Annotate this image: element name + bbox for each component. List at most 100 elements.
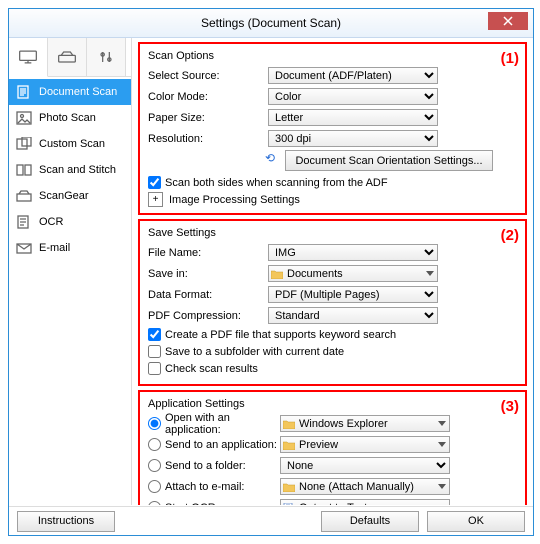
sliders-icon	[96, 50, 116, 64]
custom-icon	[15, 137, 33, 151]
tab-preferences[interactable]	[87, 38, 126, 76]
scan-both-sides-label: Scan both sides when scanning from the A…	[165, 177, 388, 189]
nav-scangear[interactable]: ScanGear	[9, 183, 131, 209]
tab-scan-from-panel[interactable]	[48, 38, 87, 76]
color-mode-label: Color Mode:	[148, 91, 268, 103]
resolution-label: Resolution:	[148, 133, 268, 145]
open-with-dropdown[interactable]: Windows Explorer	[280, 415, 450, 432]
color-mode-dropdown[interactable]: Color	[268, 88, 438, 105]
pdf-compression-dropdown[interactable]: Standard	[268, 307, 438, 324]
tab-scan-from-computer[interactable]	[9, 38, 48, 77]
close-button[interactable]	[488, 12, 528, 30]
nav-label: Document Scan	[39, 86, 117, 98]
start-ocr-radio[interactable]	[148, 501, 161, 505]
nav-label: OCR	[39, 216, 63, 228]
file-name-dropdown[interactable]: IMG	[268, 244, 438, 261]
file-name-label: File Name:	[148, 247, 268, 259]
annotation-3: (3)	[501, 398, 519, 415]
titlebar: Settings (Document Scan)	[9, 9, 533, 38]
folder-icon	[283, 482, 295, 492]
nav-photo-scan[interactable]: Photo Scan	[9, 105, 131, 131]
body: Document Scan Photo Scan Custom Scan Sca…	[9, 38, 533, 505]
ocr-icon	[15, 215, 33, 229]
annotation-1: (1)	[501, 50, 519, 67]
open-with-value: Windows Explorer	[299, 418, 388, 430]
nav-list: Document Scan Photo Scan Custom Scan Sca…	[9, 77, 131, 261]
email-icon	[15, 241, 33, 255]
select-source-dropdown[interactable]: Document (ADF/Platen)	[268, 67, 438, 84]
folder-icon	[271, 269, 283, 279]
subfolder-label: Save to a subfolder with current date	[165, 346, 344, 358]
send-app-dropdown[interactable]: Preview	[280, 436, 450, 453]
main-panel: (1) Scan Options Select Source: Document…	[132, 38, 533, 505]
paper-size-label: Paper Size:	[148, 112, 268, 124]
data-format-label: Data Format:	[148, 289, 268, 301]
scan-options-section: (1) Scan Options Select Source: Document…	[138, 42, 527, 215]
image-processing-label: Image Processing Settings	[169, 194, 300, 206]
send-app-value: Preview	[299, 439, 338, 451]
annotation-2: (2)	[501, 227, 519, 244]
scan-both-sides-checkbox[interactable]	[148, 176, 161, 189]
start-ocr-dropdown[interactable]: Output to Text	[280, 499, 450, 505]
send-folder-dropdown[interactable]: None	[280, 457, 450, 474]
scan-options-title: Scan Options	[148, 50, 493, 62]
application-settings-title: Application Settings	[148, 398, 493, 410]
resolution-dropdown[interactable]: 300 dpi	[268, 130, 438, 147]
nav-label: Photo Scan	[39, 112, 96, 124]
attach-email-radio[interactable]	[148, 480, 161, 493]
nav-label: E-mail	[39, 242, 70, 254]
nav-label: ScanGear	[39, 190, 89, 202]
open-with-label: Open with an application:	[165, 412, 280, 436]
photo-icon	[15, 111, 33, 125]
close-icon	[503, 16, 513, 26]
window-title: Settings (Document Scan)	[201, 16, 341, 30]
scangear-icon	[15, 189, 33, 203]
refresh-icon[interactable]: ⟲	[261, 150, 279, 166]
ok-button[interactable]: OK	[427, 511, 525, 532]
nav-label: Scan and Stitch	[39, 164, 116, 176]
save-settings-section: (2) Save Settings File Name: IMG Save in…	[138, 219, 527, 386]
settings-window: Settings (Document Scan) Document	[8, 8, 534, 536]
attach-email-value: None (Attach Manually)	[299, 481, 414, 493]
defaults-button[interactable]: Defaults	[321, 511, 419, 532]
instructions-button[interactable]: Instructions	[17, 511, 115, 532]
attach-email-dropdown[interactable]: None (Attach Manually)	[280, 478, 450, 495]
attach-email-label: Attach to e-mail:	[165, 481, 244, 493]
paper-size-dropdown[interactable]: Letter	[268, 109, 438, 126]
save-settings-title: Save Settings	[148, 227, 493, 239]
nav-scan-stitch[interactable]: Scan and Stitch	[9, 157, 131, 183]
document-icon	[15, 85, 33, 99]
image-processing-expander[interactable]: + Image Processing Settings	[148, 192, 493, 207]
check-results-checkbox[interactable]	[148, 362, 161, 375]
footer: Instructions Defaults OK	[9, 506, 533, 535]
send-app-radio[interactable]	[148, 438, 161, 451]
nav-email[interactable]: E-mail	[9, 235, 131, 261]
orientation-settings-button[interactable]: Document Scan Orientation Settings...	[285, 150, 493, 171]
save-in-value: Documents	[287, 268, 343, 280]
monitor-icon	[18, 50, 38, 64]
data-format-dropdown[interactable]: PDF (Multiple Pages)	[268, 286, 438, 303]
scanner-icon	[57, 50, 77, 64]
keyword-search-checkbox[interactable]	[148, 328, 161, 341]
nav-document-scan[interactable]: Document Scan	[9, 79, 131, 105]
send-folder-label: Send to a folder:	[165, 460, 246, 472]
nav-ocr[interactable]: OCR	[9, 209, 131, 235]
sidebar: Document Scan Photo Scan Custom Scan Sca…	[9, 38, 132, 505]
text-icon	[283, 503, 295, 506]
open-with-radio[interactable]	[148, 417, 161, 430]
select-source-label: Select Source:	[148, 70, 268, 82]
application-settings-section: (3) Application Settings Open with an ap…	[138, 390, 527, 505]
start-ocr-value: Output to Text	[299, 502, 367, 506]
check-results-label: Check scan results	[165, 363, 258, 375]
pdf-compression-label: PDF Compression:	[148, 310, 268, 322]
folder-icon	[283, 419, 295, 429]
save-in-label: Save in:	[148, 268, 268, 280]
stitch-icon	[15, 163, 33, 177]
keyword-search-label: Create a PDF file that supports keyword …	[165, 329, 396, 341]
save-in-dropdown[interactable]: Documents	[268, 265, 438, 282]
mode-tabs	[9, 38, 131, 77]
nav-custom-scan[interactable]: Custom Scan	[9, 131, 131, 157]
subfolder-checkbox[interactable]	[148, 345, 161, 358]
start-ocr-label: Start OCR:	[165, 502, 219, 506]
send-folder-radio[interactable]	[148, 459, 161, 472]
